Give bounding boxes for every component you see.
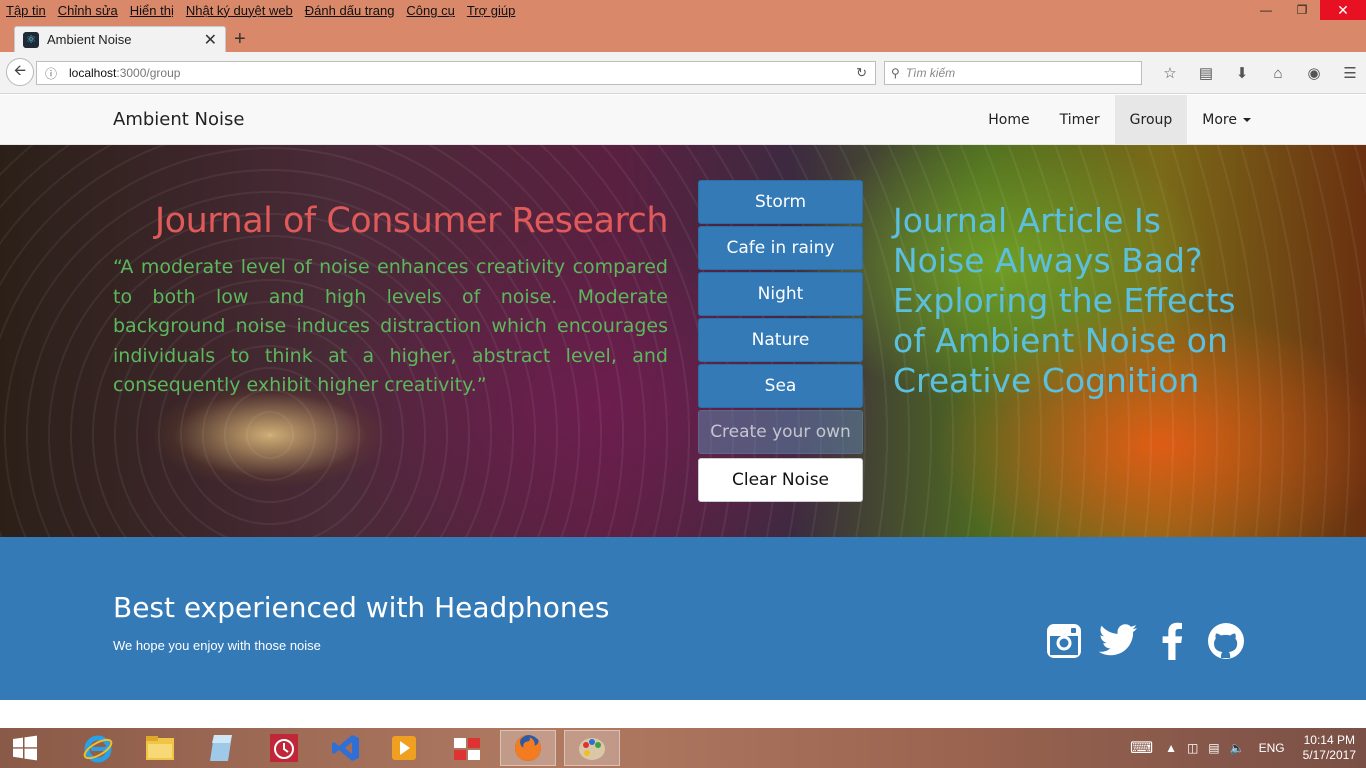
close-window-icon[interactable]: ✕ <box>1320 0 1366 20</box>
nature-button[interactable]: Nature <box>698 318 863 362</box>
journal-title: Journal of Consumer Research <box>154 201 669 241</box>
social-links <box>1044 621 1260 661</box>
github-icon[interactable] <box>1206 621 1246 661</box>
windows-taskbar: ⌨ ▲ ◫ ▤ 🔈 ENG 10:14 PM 5/17/2017 <box>0 728 1366 768</box>
reload-icon[interactable]: ↻ <box>856 65 867 81</box>
react-favicon-icon: ⚛ <box>23 31 39 48</box>
instagram-icon[interactable] <box>1044 621 1084 661</box>
nav-more-label: More <box>1202 112 1237 128</box>
reading-list-icon[interactable]: ▤ <box>1188 64 1224 82</box>
windows-start-icon[interactable] <box>2 730 48 766</box>
site-brand[interactable]: Ambient Noise <box>113 109 244 130</box>
menu-tools[interactable]: Công cụ <box>406 3 454 18</box>
file-explorer-icon[interactable] <box>132 730 188 766</box>
nav-home[interactable]: Home <box>973 95 1044 145</box>
menu-file[interactable]: Tập tin <box>6 3 46 18</box>
hamburger-menu-icon[interactable]: ☰ <box>1332 64 1366 82</box>
footer-band: Best experienced with Headphones We hope… <box>0 537 1366 700</box>
menu-bar: Tập tin Chỉnh sửa Hiển thị Nhật ký duyệt… <box>0 0 527 20</box>
download-icon[interactable]: ⬇ <box>1224 64 1260 82</box>
info-icon[interactable]: ⓘ <box>41 65 61 82</box>
minimize-icon[interactable]: — <box>1248 0 1284 20</box>
menu-help[interactable]: Trợ giúp <box>467 3 516 18</box>
network-icon[interactable]: ▤ <box>1208 741 1219 755</box>
clock-date: 5/17/2017 <box>1302 748 1356 762</box>
menu-edit[interactable]: Chỉnh sửa <box>58 3 118 18</box>
keyboard-icon[interactable]: ⌨ <box>1130 738 1153 758</box>
twitter-icon[interactable] <box>1098 621 1138 661</box>
nav-group[interactable]: Group <box>1114 95 1188 145</box>
language-indicator[interactable]: ENG <box>1259 741 1285 755</box>
volume-icon[interactable]: 🔈 <box>1230 741 1245 755</box>
footer-heading: Best experienced with Headphones <box>113 591 610 624</box>
paint-icon[interactable] <box>564 730 620 766</box>
menu-history[interactable]: Nhật ký duyệt web <box>186 3 293 18</box>
nav-more[interactable]: More <box>1187 95 1266 145</box>
browser-toolbar: ☆ ▤ ⬇ ⌂ ◉ ☰ <box>1152 52 1366 94</box>
search-icon: ⚲ <box>891 66 900 80</box>
nav-timer[interactable]: Timer <box>1045 95 1115 145</box>
hero-section: Journal of Consumer Research “A moderate… <box>0 145 1366 537</box>
new-tab-icon[interactable]: + <box>234 28 246 51</box>
facebook-icon[interactable] <box>1152 621 1192 661</box>
site-navbar: Ambient Noise Home Timer Group More <box>0 95 1366 145</box>
night-button[interactable]: Night <box>698 272 863 316</box>
journal-article-title: Journal Article Is Noise Always Bad? Exp… <box>893 201 1236 400</box>
window-controls: — ❐ ✕ <box>1248 0 1366 20</box>
internet-explorer-icon[interactable] <box>70 730 126 766</box>
menu-bookmarks[interactable]: Đánh dấu trang <box>305 3 395 18</box>
media-player-icon[interactable] <box>376 730 432 766</box>
tab-title: Ambient Noise <box>47 32 132 47</box>
restore-icon[interactable]: ❐ <box>1284 0 1320 20</box>
caret-down-icon <box>1243 118 1251 122</box>
page-bottom-area <box>0 700 1366 728</box>
clear-noise-button[interactable]: Clear Noise <box>698 458 863 502</box>
create-your-own-button[interactable]: Create your own <box>698 410 863 454</box>
menu-view[interactable]: Hiển thị <box>130 3 174 18</box>
alarm-clock-icon[interactable] <box>256 730 312 766</box>
notes-app-icon[interactable] <box>194 730 250 766</box>
site-nav-links: Home Timer Group More <box>973 95 1266 145</box>
back-arrow-icon[interactable]: 🡨 <box>6 58 34 86</box>
home-icon[interactable]: ⌂ <box>1260 65 1296 82</box>
pocket-icon[interactable]: ◉ <box>1296 64 1332 82</box>
footer-subtext: We hope you enjoy with those noise <box>113 638 321 653</box>
search-input[interactable]: ⚲ Tìm kiếm <box>884 61 1142 85</box>
research-quote: “A moderate level of noise enhances crea… <box>113 256 668 396</box>
visual-studio-icon[interactable] <box>318 730 374 766</box>
url-path: :3000/group <box>116 66 181 80</box>
url-host: localhost <box>69 66 117 80</box>
firefox-icon[interactable] <box>500 730 556 766</box>
storm-button[interactable]: Storm <box>698 180 863 224</box>
clock[interactable]: 10:14 PM 5/17/2017 <box>1289 733 1366 763</box>
tray-expand-icon[interactable]: ▲ <box>1165 741 1177 755</box>
search-placeholder: Tìm kiếm <box>905 66 956 80</box>
system-tray: ⌨ ▲ ◫ ▤ 🔈 ENG 10:14 PM 5/17/2017 <box>1130 728 1366 768</box>
cafe-in-rainy-button[interactable]: Cafe in rainy <box>698 226 863 270</box>
close-tab-icon[interactable]: ✕ <box>204 30 217 50</box>
action-center-icon[interactable]: ◫ <box>1187 741 1198 755</box>
noise-button-group: Storm Cafe in rainy Night Nature Sea Cre… <box>698 180 863 504</box>
url-bar[interactable]: ⓘ localhost:3000/group ↻ <box>36 61 876 85</box>
bookmark-star-icon[interactable]: ☆ <box>1152 64 1188 82</box>
browser-tab[interactable]: ⚛ Ambient Noise ✕ <box>14 26 226 52</box>
unikey-icon[interactable] <box>440 730 496 766</box>
sea-button[interactable]: Sea <box>698 364 863 408</box>
browser-titlebar: Tập tin Chỉnh sửa Hiển thị Nhật ký duyệt… <box>0 0 1366 52</box>
clock-time: 10:14 PM <box>1303 733 1355 747</box>
